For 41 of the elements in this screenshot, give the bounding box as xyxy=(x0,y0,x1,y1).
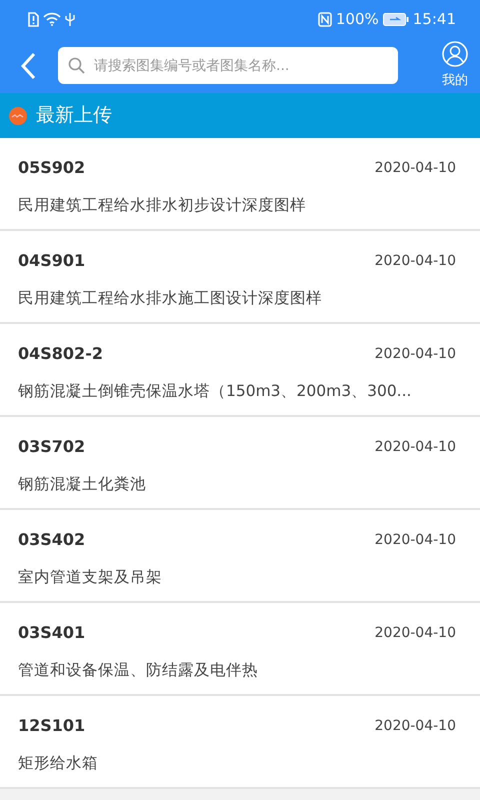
user-icon xyxy=(442,40,468,67)
list-item[interactable]: 03S401 2020-04-10 管道和设备保温、防结露及电伴热 xyxy=(0,603,480,696)
list-item[interactable]: 12S101 2020-04-10 矩形给水箱 xyxy=(0,696,480,789)
battery-percentage: 100% xyxy=(336,8,379,30)
upload-date: 2020-04-10 xyxy=(374,344,456,364)
drawing-code: 03S702 xyxy=(18,436,86,458)
back-button[interactable] xyxy=(20,52,36,80)
list-item[interactable]: 03S402 2020-04-10 室内管道支架及吊架 xyxy=(0,510,480,603)
upload-date: 2020-04-10 xyxy=(374,438,456,456)
battery-icon xyxy=(382,12,409,26)
upload-date: 2020-04-10 xyxy=(374,158,456,178)
drawing-code: 04S901 xyxy=(18,250,86,272)
search-field[interactable]: 请搜索图集编号或者图集名称... xyxy=(58,47,398,84)
list-item[interactable]: 04S901 2020-04-10 民用建筑工程给水排水施工图设计深度图样 xyxy=(0,231,480,324)
upload-date: 2020-04-10 xyxy=(374,530,456,550)
drawing-title: 管道和设备保温、防结露及电伴热 xyxy=(18,660,259,681)
list-item[interactable]: 05S902 2020-04-10 民用建筑工程给水排水初步设计深度图样 xyxy=(0,138,480,231)
sim-alert-icon xyxy=(28,12,39,26)
list-item[interactable]: 03S702 2020-04-10 钢筋混凝土化粪池 xyxy=(0,417,480,510)
drawing-code: 03S401 xyxy=(18,622,86,644)
drawing-title: 矩形给水箱 xyxy=(18,753,99,774)
section-title: 最新上传 xyxy=(36,103,112,128)
drawing-title: 民用建筑工程给水排水施工图设计深度图样 xyxy=(18,288,323,309)
upload-date: 2020-04-10 xyxy=(374,252,456,270)
drawing-code: 04S802-2 xyxy=(18,343,103,365)
drawing-title: 钢筋混凝土化粪池 xyxy=(18,474,147,495)
drawing-title: 民用建筑工程给水排水初步设计深度图样 xyxy=(18,195,307,216)
new-badge-icon xyxy=(8,106,28,126)
upload-date: 2020-04-10 xyxy=(374,716,456,736)
drawing-title: 钢筋混凝土倒锥壳保温水塔（150m3、200m3、300... xyxy=(18,381,412,402)
upload-date: 2020-04-10 xyxy=(374,624,456,642)
drawing-code: 05S902 xyxy=(18,157,86,179)
clock-time: 15:41 xyxy=(412,8,456,30)
drawing-title: 室内管道支架及吊架 xyxy=(18,567,163,588)
nfc-icon xyxy=(318,12,332,26)
list-item[interactable]: 04S802-2 2020-04-10 钢筋混凝土倒锥壳保温水塔（150m3、200m3、300... xyxy=(0,324,480,417)
usb-icon xyxy=(65,12,75,26)
search-icon xyxy=(68,57,85,74)
drawing-code: 03S402 xyxy=(18,529,86,551)
drawing-code: 12S101 xyxy=(18,715,86,737)
wifi-icon xyxy=(43,12,61,26)
